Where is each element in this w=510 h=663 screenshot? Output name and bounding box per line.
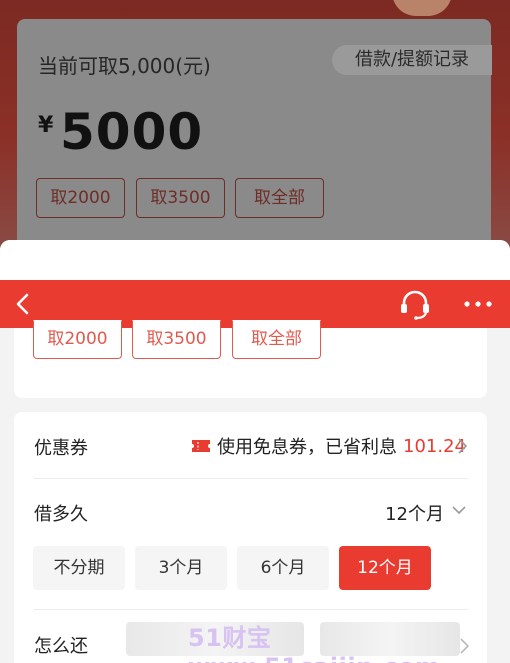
quick-amount-3500-button-alt[interactable]: 取3500: [132, 320, 221, 359]
chevron-right-icon[interactable]: [456, 437, 468, 455]
loan-amount: 5000: [60, 103, 204, 161]
chevron-down-icon[interactable]: [451, 505, 467, 515]
chevron-left-icon[interactable]: [12, 292, 36, 316]
more-dots-icon[interactable]: [462, 293, 494, 315]
term-option-3-months[interactable]: 3个月: [135, 546, 227, 590]
term-option-6-months[interactable]: 6个月: [237, 546, 329, 590]
available-amount-label: 当前可取5,000(元): [38, 54, 211, 78]
repayment-label: 怎么还: [34, 636, 88, 657]
loan-records-link[interactable]: 借款/提额记录: [332, 45, 492, 75]
divider: [34, 609, 468, 610]
divider: [34, 478, 468, 479]
term-option-12-months[interactable]: 12个月: [339, 546, 431, 590]
term-label: 借多久: [34, 504, 88, 525]
ticket-icon: [192, 440, 211, 452]
coupon-text: 使用免息券，已省利息: [217, 437, 398, 458]
watermark-text: 51财宝www.51caijin.com: [188, 624, 440, 663]
coupon-label: 优惠券: [34, 438, 88, 459]
quick-amount-2000-button[interactable]: 取2000: [36, 178, 125, 218]
headset-icon[interactable]: [398, 290, 432, 320]
currency-symbol: ¥: [38, 113, 54, 138]
term-selected-value[interactable]: 12个月: [385, 500, 444, 526]
quick-amount-all-button-alt[interactable]: 取全部: [232, 320, 321, 359]
quick-amount-2000-button-alt[interactable]: 取2000: [33, 320, 122, 359]
quick-amount-all-button[interactable]: 取全部: [235, 178, 324, 218]
term-option-none[interactable]: 不分期: [33, 546, 125, 590]
sheet-top-edge: [0, 240, 510, 280]
coupon-selector[interactable]: 使用免息券，已省利息 101.24: [191, 434, 466, 458]
quick-amount-3500-button[interactable]: 取3500: [136, 178, 225, 218]
